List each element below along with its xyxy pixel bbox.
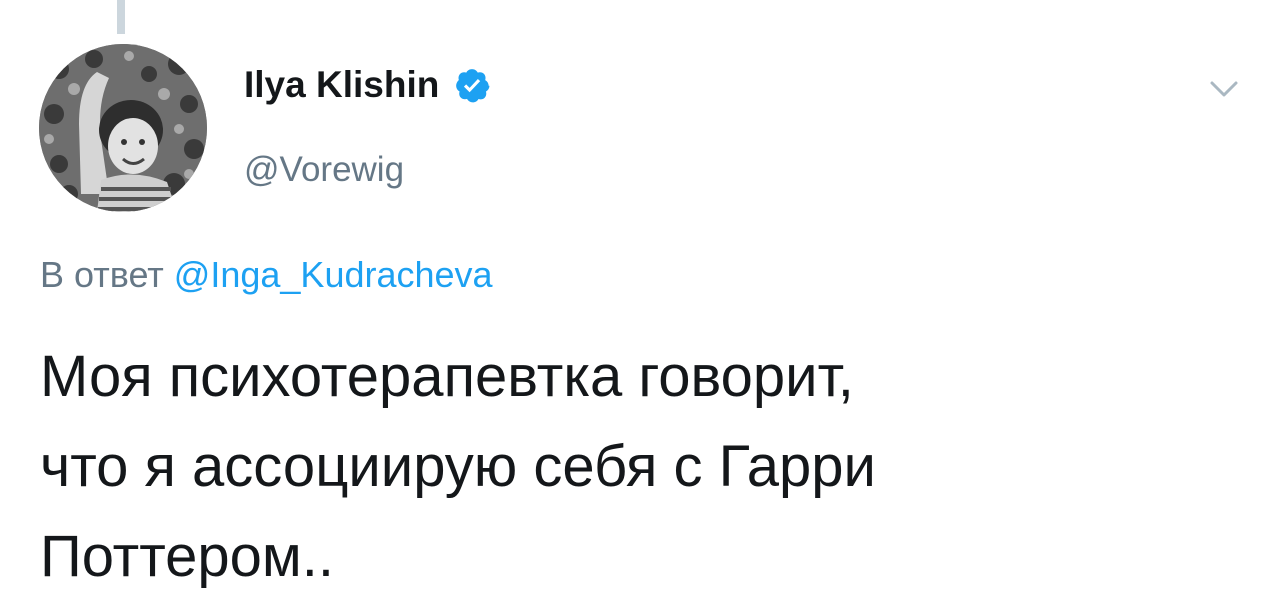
tweet-text-line: Моя психотерапевтка говорит,: [40, 344, 854, 409]
reply-prefix: В ответ: [40, 254, 164, 295]
tweet-text: Моя психотерапевтка говорит, что я ассоц…: [40, 332, 1240, 602]
verified-badge-icon: [456, 69, 490, 103]
author-name-row[interactable]: Ilya Klishin: [244, 64, 491, 106]
avatar-photo-icon: [39, 44, 207, 212]
avatar[interactable]: [39, 44, 207, 212]
tweet-text-line: Поттером..: [40, 524, 335, 589]
reply-mention-link[interactable]: @Inga_Kudracheva: [174, 254, 493, 295]
thread-connector-line: [117, 0, 125, 34]
tweet-text-line: что я ассоциирую себя с Гарри: [40, 434, 876, 499]
chevron-down-icon[interactable]: [1206, 74, 1242, 104]
author-handle[interactable]: @Vorewig: [244, 150, 404, 190]
reply-context: В ответ @Inga_Kudracheva: [40, 254, 493, 296]
author-name[interactable]: Ilya Klishin: [244, 64, 439, 106]
tweet-card: Ilya Klishin @Vorewig В ответ @Inga_Kudr…: [0, 0, 1280, 612]
